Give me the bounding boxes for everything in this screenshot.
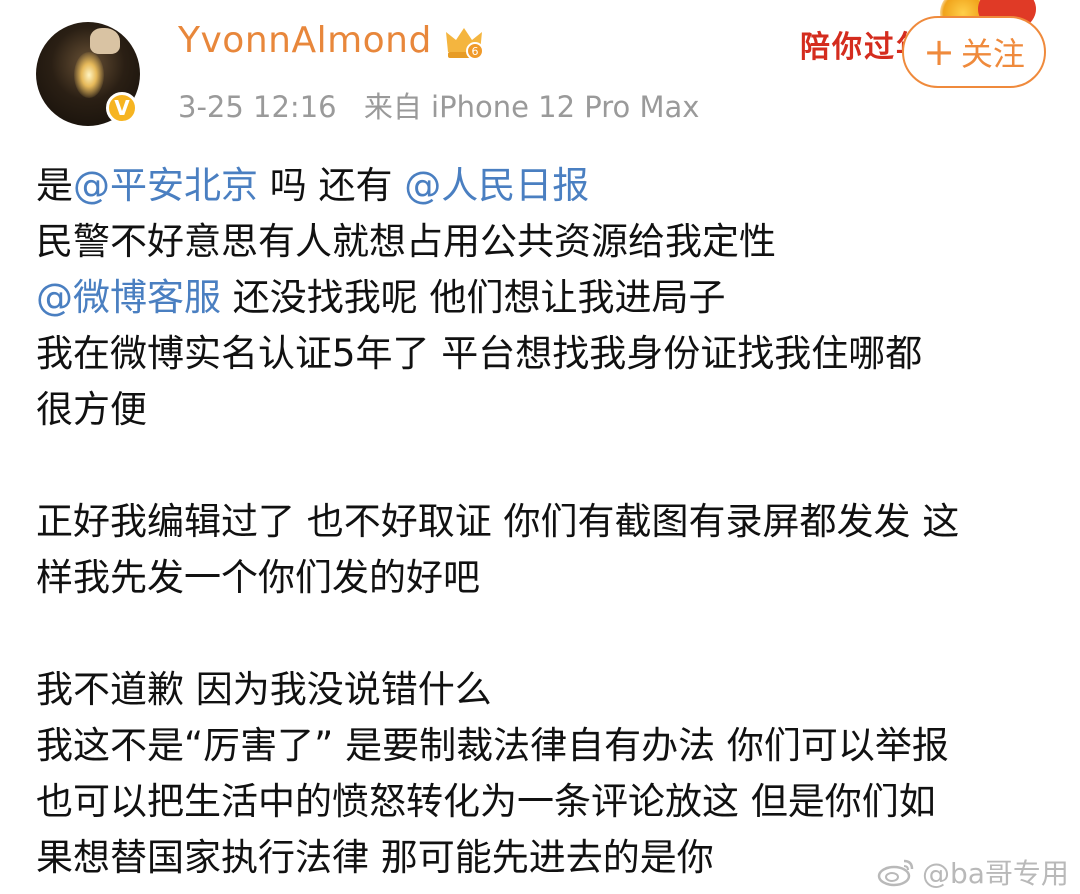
post-line-10: 也可以把生活中的愤怒转化为一条评论放这 但是你们如 — [36, 780, 936, 823]
avatar-hand-shape — [90, 28, 120, 54]
post-meta: 3-25 12:16 来自 iPhone 12 Pro Max — [178, 84, 717, 126]
avatar-glow-shape — [74, 52, 104, 98]
follow-button[interactable]: + 关注 — [902, 16, 1046, 88]
post-line-1: 是@平安北京 吗 还有 @人民日报 — [36, 158, 1056, 214]
post-body: 是@平安北京 吗 还有 @人民日报 民警不好意思有人就想占用公共资源给我定性 @… — [36, 158, 1056, 886]
post-line-4: 我在微博实名认证5年了 平台想找我身份证找我住哪都 — [36, 332, 923, 375]
vip-crown-icon[interactable]: 6 — [444, 24, 484, 62]
mention-link[interactable]: @微博客服 — [36, 276, 221, 319]
post-line-5: 很方便 — [36, 388, 147, 431]
weibo-watermark: @ba哥专用 — [876, 852, 1069, 892]
post-line-7: 样我先发一个你们发的好吧 — [36, 556, 480, 599]
mention-link[interactable]: @平安北京 — [73, 164, 258, 207]
mention-link[interactable]: @人民日报 — [404, 164, 589, 207]
post-line-6: 正好我编辑过了 也不好取证 你们有截图有录屏都发发 这 — [36, 500, 960, 543]
post-date: 3-25 12:16 — [178, 90, 337, 124]
verified-badge-icon: V — [106, 92, 138, 124]
post-source: 来自 iPhone 12 Pro Max — [363, 90, 700, 124]
post-line-2: 民警不好意思有人就想占用公共资源给我定性 — [36, 220, 776, 263]
text-segment: 吗 还有 — [258, 164, 405, 207]
text-segment: 是 — [36, 164, 73, 207]
follow-label: 关注 — [960, 35, 1025, 73]
vip-level-text: 6 — [472, 45, 479, 58]
plus-icon: + — [923, 30, 955, 74]
post-header: V YvonnAlmond 6 3-25 12:16 来自 iPhone 12 … — [0, 0, 1080, 140]
weibo-logo-icon — [877, 859, 914, 887]
watermark-text: @ba哥专用 — [922, 857, 1069, 890]
username-link[interactable]: YvonnAlmond — [178, 20, 432, 61]
text-segment: 还没找我呢 他们想让我进局子 — [221, 276, 726, 319]
post-line-3: @微博客服 还没找我呢 他们想让我进局子 — [36, 270, 1056, 326]
post-line-8: 我不道歉 因为我没说错什么 — [36, 668, 492, 711]
post-line-9: 我这不是“厉害了” 是要制裁法律自有办法 你们可以举报 — [36, 724, 949, 767]
